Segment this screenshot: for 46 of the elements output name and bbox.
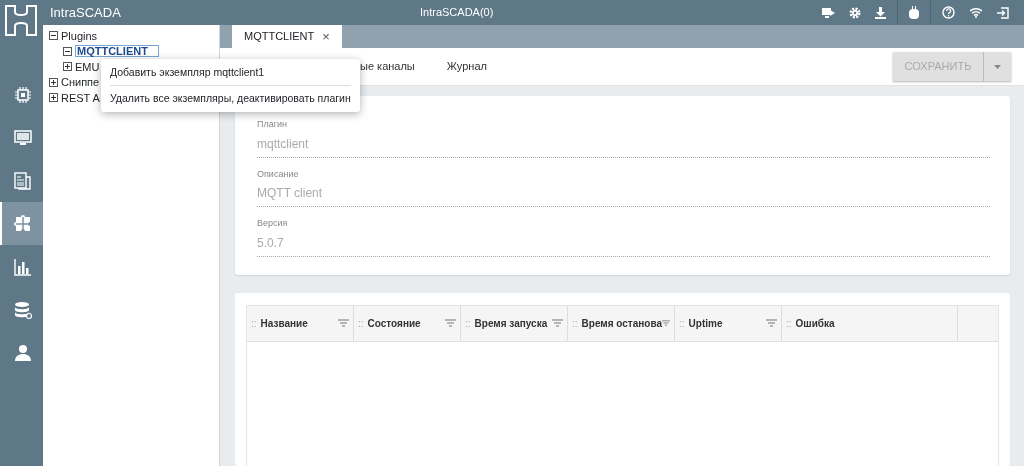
tab[interactable]: Журнал: [446, 58, 487, 75]
column-title: Время запуска: [474, 316, 549, 331]
menu-item[interactable]: Удалить все экземпляры, деактивировать плагин: [101, 88, 360, 109]
expand-icon[interactable]: [63, 62, 72, 72]
nav-button[interactable]: [0, 202, 43, 245]
close-button[interactable]: ×: [322, 26, 330, 47]
tree-item[interactable]: EMU: [75, 58, 100, 75]
download-icon[interactable]: [875, 6, 886, 19]
expand-icon[interactable]: [49, 93, 58, 103]
document-icon: [13, 171, 32, 190]
database-icon: [13, 300, 32, 319]
collapse-icon[interactable]: [49, 31, 58, 41]
window-title: IntraSCADA(0): [420, 5, 495, 21]
column-header[interactable]: :: Ошибка: [782, 305, 958, 341]
logo-icon: [4, 4, 38, 37]
menu-item[interactable]: Добавить экземпляр mqttclient1: [101, 62, 360, 83]
column-title: Название: [260, 316, 309, 331]
wifi-icon[interactable]: [969, 7, 983, 18]
column-title: Uptime: [688, 316, 724, 331]
tree-item[interactable]: Сниппе: [61, 74, 100, 91]
logout-icon[interactable]: [997, 6, 1009, 19]
collapse-icon[interactable]: [63, 46, 72, 56]
field-label: Описание: [257, 167, 300, 181]
expand-icon[interactable]: [49, 77, 58, 87]
field-label: Плагин: [257, 118, 288, 131]
tree-item[interactable]: REST A: [61, 89, 100, 106]
app-name: IntraSCADA: [50, 3, 122, 22]
tab[interactable]: ые каналы: [360, 58, 415, 75]
tree-item[interactable]: MQTTCLIENT: [75, 45, 159, 58]
user-icon: [13, 343, 32, 362]
bar-chart-icon: [13, 257, 32, 276]
caret-icon: [994, 64, 1001, 69]
settings-icon[interactable]: [849, 6, 861, 19]
tab[interactable]: MQTTCLIENT ×: [232, 25, 342, 48]
screen-play-icon[interactable]: [822, 6, 835, 19]
column-title: Состояние: [367, 316, 422, 331]
field-label: Версия: [257, 217, 289, 230]
column-title: Ошибка: [795, 316, 836, 331]
robot-icon[interactable]: [909, 6, 919, 19]
column-title: Время останова: [581, 316, 663, 331]
tree-item[interactable]: Plugins: [61, 27, 98, 44]
tab-label: MQTTCLIENT: [244, 29, 315, 45]
puzzle-icon: [13, 214, 32, 233]
monitor-icon: [13, 128, 32, 147]
chip-icon: [13, 85, 32, 104]
help-icon[interactable]: [942, 6, 955, 19]
